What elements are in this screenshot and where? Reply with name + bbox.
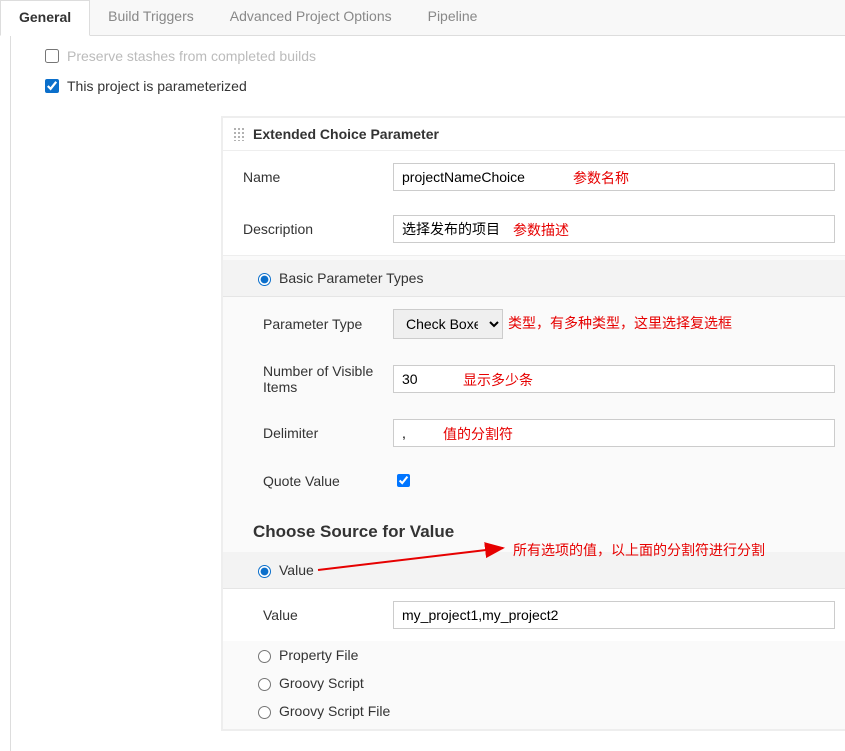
annotation-type: 类型，有多种类型，这里选择复选框 — [508, 313, 732, 333]
choose-source-heading: Choose Source for Value — [223, 502, 845, 552]
tab-general[interactable]: General — [0, 0, 90, 36]
param-header-title: Extended Choice Parameter — [253, 126, 439, 142]
source-groovy-script-file-label: Groovy Script File — [279, 703, 390, 719]
value-input-row: Value — [223, 589, 845, 641]
source-value-radio-label: Value — [279, 562, 314, 578]
quote-value-checkbox[interactable] — [397, 474, 410, 487]
param-header: Extended Choice Parameter — [223, 118, 845, 151]
parameter-type-row: Parameter Type Check Boxes 类型，有多种类型，这里选择… — [223, 297, 845, 351]
parameter-type-label: Parameter Type — [233, 316, 393, 332]
delimiter-label: Delimiter — [233, 425, 393, 441]
basic-types-radio-row[interactable]: Basic Parameter Types — [223, 260, 845, 297]
property-file-radio-row[interactable]: Property File — [223, 641, 845, 669]
groovy-script-radio-row[interactable]: Groovy Script — [223, 669, 845, 697]
delimiter-row: Delimiter 值的分割符 — [223, 407, 845, 459]
parameter-type-select[interactable]: Check Boxes — [393, 309, 503, 339]
tab-pipeline[interactable]: Pipeline — [410, 0, 496, 35]
parameterized-checkbox[interactable] — [45, 79, 59, 93]
parameterized-label: This project is parameterized — [67, 78, 247, 94]
name-row: Name 参数名称 — [223, 151, 845, 203]
value-radio-row[interactable]: Value 所有选项的值，以上面的分割符进行分割 — [223, 552, 845, 589]
source-property-file-radio[interactable] — [258, 650, 271, 663]
groovy-script-file-radio-row[interactable]: Groovy Script File — [223, 697, 845, 725]
description-row: Description 参数描述 — [223, 203, 845, 255]
tab-build-triggers[interactable]: Build Triggers — [90, 0, 212, 35]
value-input[interactable] — [393, 601, 835, 629]
num-visible-label: Number of Visible Items — [233, 363, 393, 395]
num-visible-input[interactable] — [393, 365, 835, 393]
num-visible-row: Number of Visible Items 显示多少条 — [223, 351, 845, 407]
source-value-radio[interactable] — [258, 565, 271, 578]
general-panel: Preserve stashes from completed builds T… — [10, 36, 845, 751]
value-input-label: Value — [233, 607, 393, 623]
description-input[interactable] — [393, 215, 835, 243]
source-property-file-label: Property File — [279, 647, 358, 663]
preserve-stashes-row: Preserve stashes from completed builds — [41, 46, 845, 66]
drag-handle-icon[interactable] — [233, 127, 245, 141]
preserve-stashes-label: Preserve stashes from completed builds — [67, 48, 316, 64]
preserve-stashes-checkbox[interactable] — [45, 49, 59, 63]
source-groovy-script-label: Groovy Script — [279, 675, 364, 691]
basic-types-radio[interactable] — [258, 273, 271, 286]
parameterized-row: This project is parameterized — [41, 76, 845, 96]
name-label: Name — [233, 169, 393, 185]
tab-advanced-options[interactable]: Advanced Project Options — [212, 0, 410, 35]
quote-value-row: Quote Value — [223, 459, 845, 502]
basic-types-label: Basic Parameter Types — [279, 270, 423, 286]
source-groovy-script-radio[interactable] — [258, 678, 271, 691]
quote-value-label: Quote Value — [233, 473, 393, 489]
config-tabs: General Build Triggers Advanced Project … — [0, 0, 845, 36]
extended-choice-param-block: Extended Choice Parameter Name 参数名称 Desc… — [221, 116, 845, 731]
source-groovy-script-file-radio[interactable] — [258, 706, 271, 719]
name-input[interactable] — [393, 163, 835, 191]
description-label: Description — [233, 221, 393, 237]
basic-parameter-types-block: Basic Parameter Types Parameter Type Che… — [223, 255, 845, 729]
delimiter-input[interactable] — [393, 419, 835, 447]
